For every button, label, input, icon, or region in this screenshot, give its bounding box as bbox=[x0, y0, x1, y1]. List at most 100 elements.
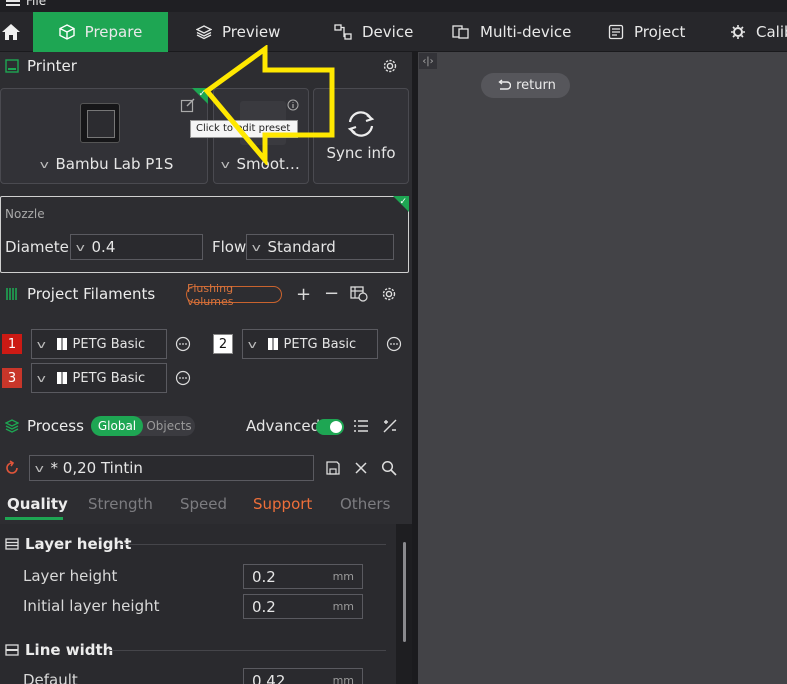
return-arrow-icon bbox=[498, 78, 512, 90]
group-layer-height-title: Layer height bbox=[25, 535, 132, 553]
chevron-down-icon: v bbox=[75, 240, 85, 254]
filament-dropdown[interactable]: v PETG Basic bbox=[242, 329, 378, 359]
filament-slot-1: 1 v PETG Basic bbox=[2, 329, 191, 359]
printer-name-dropdown[interactable]: v Bambu Lab P1S bbox=[40, 155, 174, 173]
unit-label: mm bbox=[332, 570, 354, 583]
list-icon[interactable] bbox=[353, 419, 369, 433]
filament-name: PETG Basic bbox=[72, 370, 146, 386]
tab-device-label: Device bbox=[362, 23, 414, 41]
initial-layer-height-value: 0.2 bbox=[252, 597, 276, 616]
scrollbar-thumb[interactable] bbox=[403, 542, 406, 642]
compare-presets-icon[interactable] bbox=[382, 418, 398, 434]
tab-project[interactable]: Project bbox=[608, 12, 685, 52]
printer-preset-card[interactable]: ✓ v Bambu Lab P1S bbox=[0, 88, 208, 184]
printer-thumbnail bbox=[80, 103, 120, 143]
tab-preview-label: Preview bbox=[222, 23, 281, 41]
process-section-title: Process bbox=[27, 417, 84, 435]
nozzle-title: Nozzle bbox=[5, 207, 45, 221]
tab-multi-device[interactable]: Multi-device bbox=[452, 12, 571, 52]
collapse-sidebar-button[interactable]: ‹|› bbox=[419, 53, 437, 69]
filament-slot-2: 2 v PETG Basic bbox=[213, 329, 402, 359]
tab-multi-device-label: Multi-device bbox=[480, 23, 572, 41]
filament-dropdown[interactable]: v PETG Basic bbox=[31, 363, 167, 393]
filament-number-badge[interactable]: 1 bbox=[2, 334, 22, 354]
more-options-icon[interactable] bbox=[175, 336, 191, 352]
process-layers-icon bbox=[5, 419, 19, 433]
initial-layer-height-input[interactable]: 0.2 mm bbox=[243, 594, 363, 619]
home-icon bbox=[2, 24, 20, 40]
advanced-label: Advanced bbox=[246, 417, 321, 435]
tab-device[interactable]: Device bbox=[334, 12, 413, 52]
tab-prepare-label: Prepare bbox=[84, 23, 143, 41]
segment-global[interactable]: Global bbox=[91, 416, 143, 436]
filament-number-badge[interactable]: 2 bbox=[213, 334, 233, 354]
process-subtabs: Quality Strength Speed Support Others bbox=[0, 490, 412, 520]
check-icon: ✓ bbox=[399, 197, 407, 207]
tab-home[interactable] bbox=[0, 12, 32, 52]
filament-sync-icon[interactable] bbox=[350, 286, 368, 302]
diameter-label: Diameter bbox=[5, 238, 76, 256]
close-icon[interactable] bbox=[354, 461, 368, 475]
filament-dropdown[interactable]: v PETG Basic bbox=[31, 329, 167, 359]
chevron-down-icon: v bbox=[247, 337, 257, 351]
save-preset-icon[interactable] bbox=[325, 460, 341, 476]
filament-name: PETG Basic bbox=[72, 336, 146, 352]
filament-settings-gear-icon[interactable] bbox=[381, 286, 397, 302]
search-icon[interactable] bbox=[381, 460, 397, 476]
layer-height-input[interactable]: 0.2 mm bbox=[243, 564, 363, 589]
tab-calibration[interactable]: Calib bbox=[730, 12, 787, 52]
bambu-logo-icon bbox=[56, 372, 67, 384]
flushing-volumes-button[interactable]: Flushing volumes bbox=[186, 282, 282, 308]
more-options-icon[interactable] bbox=[386, 336, 402, 352]
process-section-header: Process bbox=[0, 412, 412, 440]
remove-filament-button[interactable]: − bbox=[324, 285, 339, 303]
project-icon bbox=[608, 24, 624, 40]
nozzle-flow-dropdown[interactable]: v Standard bbox=[246, 234, 394, 260]
collapse-arrows-icon: ‹|› bbox=[422, 55, 434, 67]
title-strip: File bbox=[0, 0, 787, 12]
nozzle-panel: ✓ Nozzle Diameter v 0.4 Flow v Standard bbox=[0, 196, 409, 273]
chevron-down-icon: v bbox=[36, 337, 46, 351]
multi-device-icon bbox=[452, 25, 469, 39]
tab-quality[interactable]: Quality bbox=[5, 495, 68, 520]
filament-section-title: Project Filaments bbox=[27, 285, 156, 303]
tab-strength[interactable]: Strength bbox=[88, 495, 153, 513]
default-line-width-input[interactable]: 0.42 mm bbox=[243, 668, 363, 684]
more-options-icon[interactable] bbox=[175, 370, 191, 386]
add-filament-button[interactable]: + bbox=[296, 286, 311, 304]
layer-height-value: 0.2 bbox=[252, 567, 276, 586]
tab-support[interactable]: Support bbox=[253, 495, 312, 513]
bambu-logo-icon bbox=[267, 338, 278, 350]
reset-preset-icon[interactable] bbox=[4, 460, 20, 476]
tab-others[interactable]: Others bbox=[340, 495, 390, 513]
global-objects-switch[interactable]: Global Objects bbox=[91, 416, 195, 436]
process-preset-value: * 0,20 Tintin bbox=[50, 459, 143, 477]
unit-label: mm bbox=[332, 674, 354, 684]
filament-number-badge[interactable]: 3 bbox=[2, 368, 22, 388]
return-button[interactable]: return bbox=[481, 73, 570, 98]
printer-settings-gear-icon[interactable] bbox=[382, 58, 398, 74]
tab-project-label: Project bbox=[634, 23, 686, 41]
device-icon bbox=[334, 24, 352, 40]
printer-section-title: Printer bbox=[27, 57, 77, 75]
filament-slot-3: 3 v PETG Basic bbox=[2, 363, 191, 393]
chevron-down-icon: v bbox=[34, 461, 44, 475]
file-menu[interactable]: File bbox=[26, 0, 46, 8]
layer-height-label: Layer height bbox=[23, 567, 118, 585]
nozzle-diameter-dropdown[interactable]: v 0.4 bbox=[70, 234, 203, 260]
process-preset-row: v * 0,20 Tintin bbox=[0, 453, 412, 483]
chevron-down-icon: v bbox=[36, 371, 46, 385]
default-line-width-value: 0.42 bbox=[252, 671, 286, 684]
menu-icon[interactable] bbox=[6, 0, 20, 6]
tab-calibration-label: Calib bbox=[756, 23, 787, 41]
return-label: return bbox=[516, 78, 556, 93]
segment-objects[interactable]: Objects bbox=[143, 419, 195, 433]
panel-divider[interactable] bbox=[412, 52, 418, 684]
advanced-toggle[interactable] bbox=[316, 419, 344, 435]
tab-prepare[interactable]: Prepare bbox=[33, 12, 168, 52]
diameter-value: 0.4 bbox=[91, 238, 116, 256]
process-preset-dropdown[interactable]: v * 0,20 Tintin bbox=[29, 455, 314, 481]
tab-speed[interactable]: Speed bbox=[180, 495, 227, 513]
group-line-width-header: Line width bbox=[0, 641, 113, 659]
default-line-width-label: Default bbox=[23, 671, 78, 684]
